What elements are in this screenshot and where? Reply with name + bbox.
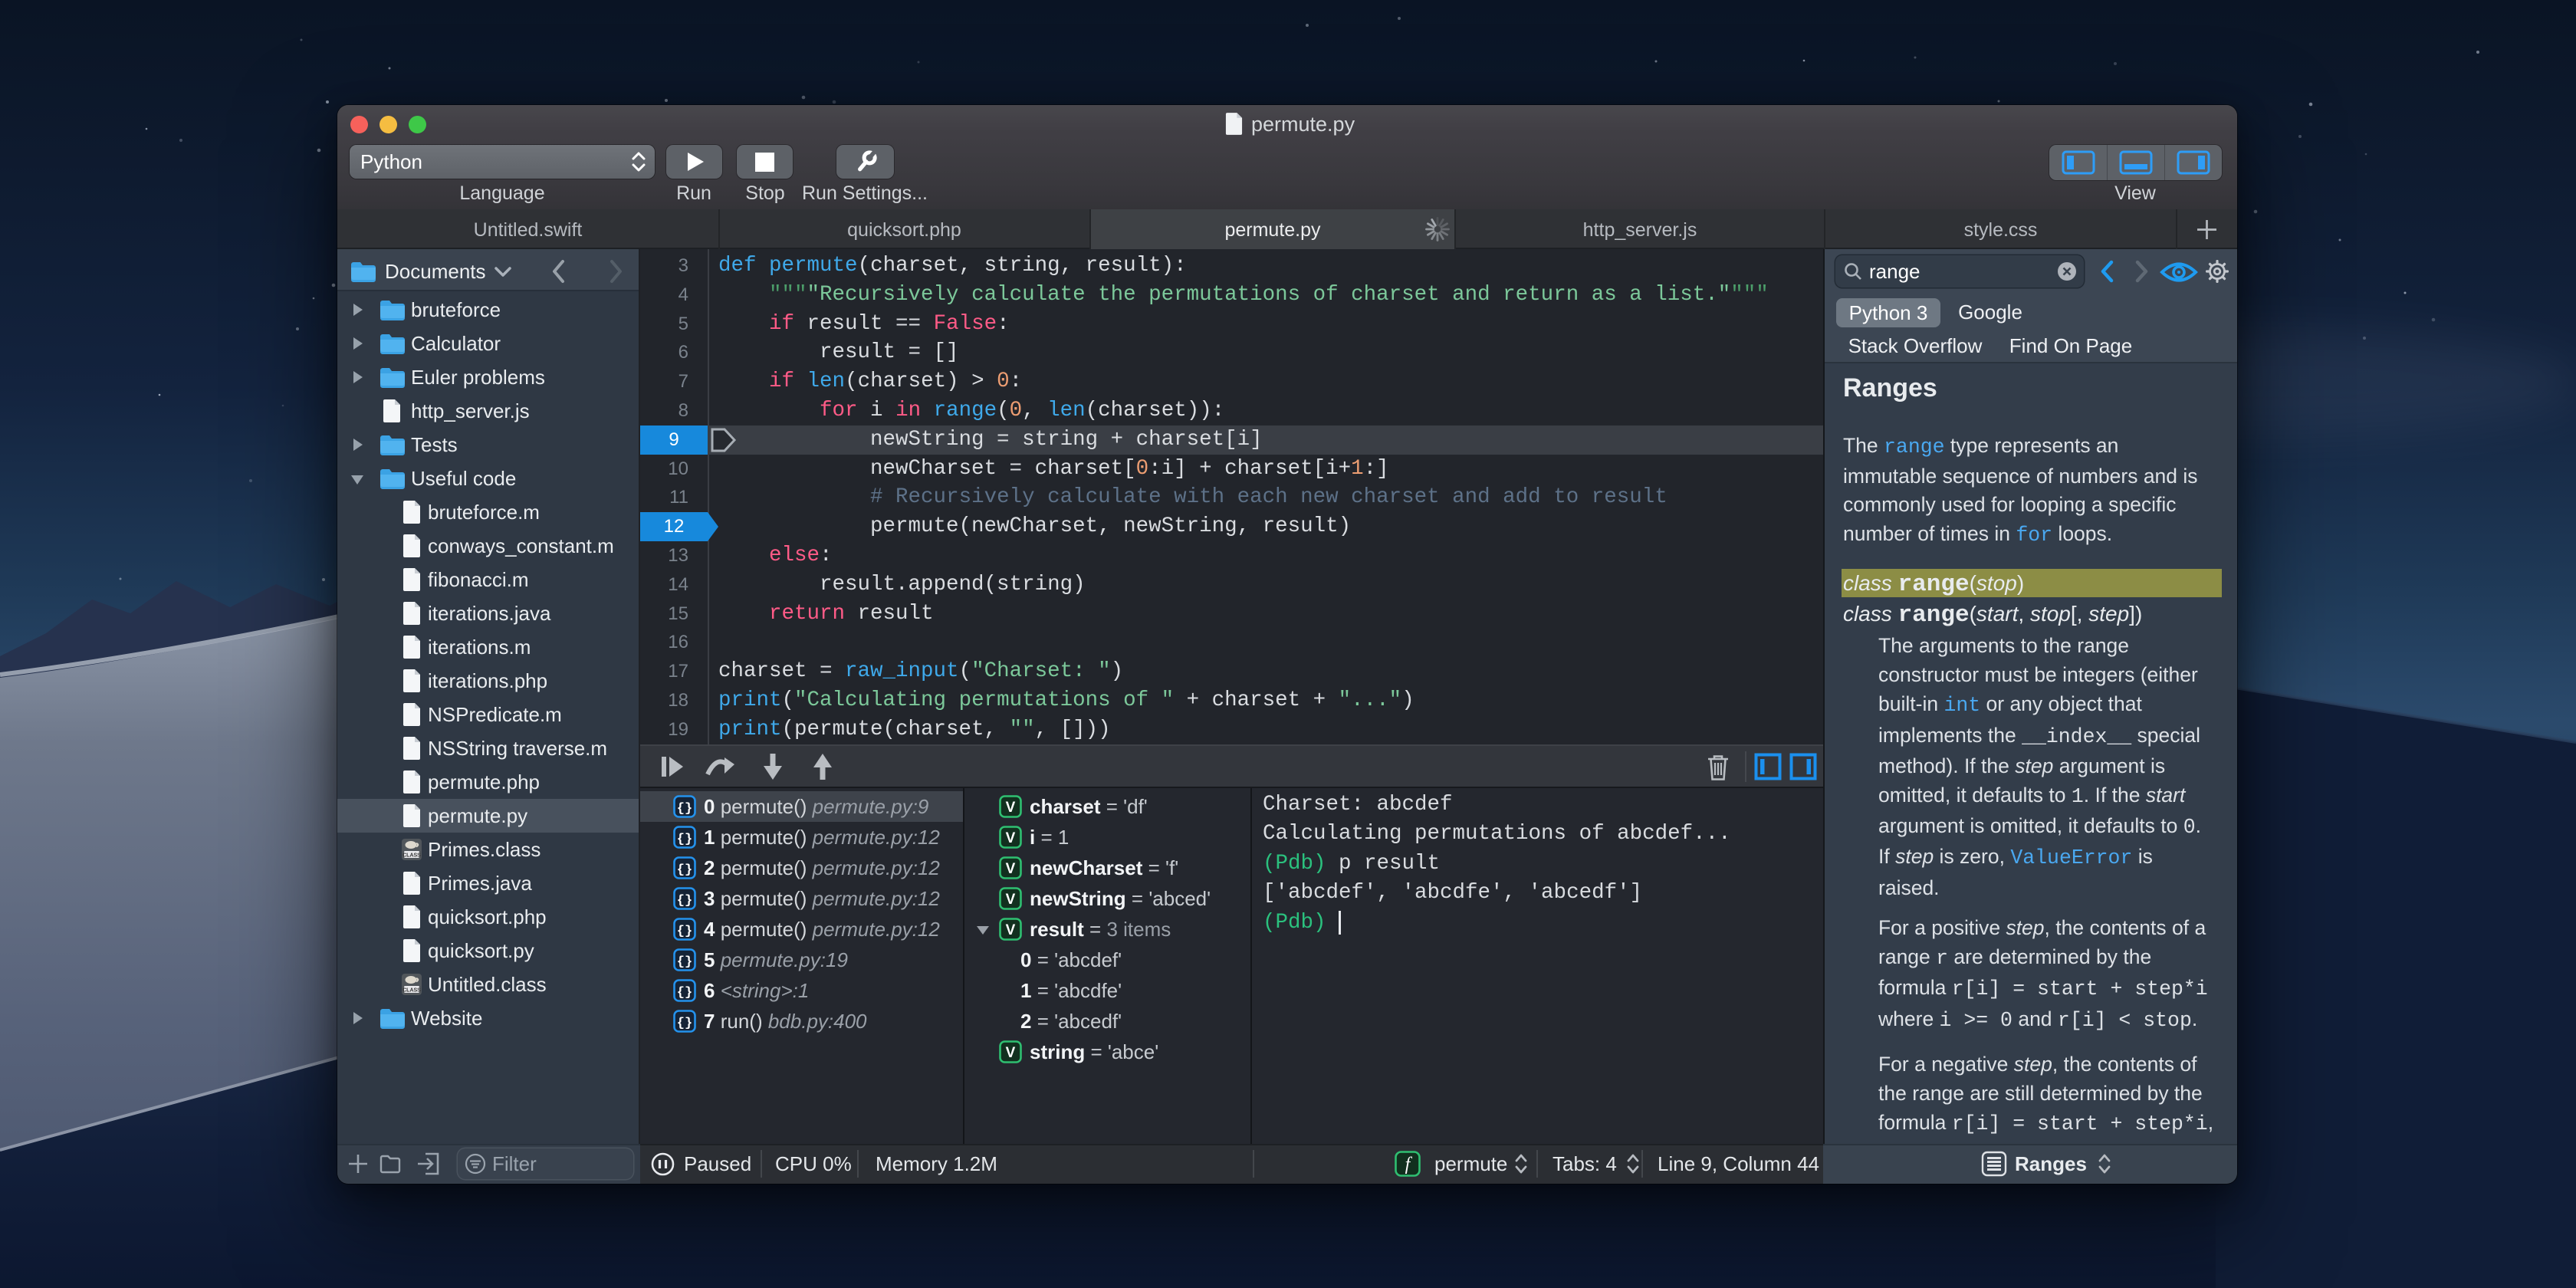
- svg-text:CLASS: CLASS: [402, 988, 421, 994]
- svg-text:V: V: [1006, 892, 1016, 908]
- svg-text:{}: {}: [677, 894, 692, 909]
- svg-text:V: V: [1006, 861, 1016, 877]
- svg-text:{}: {}: [677, 863, 692, 878]
- svg-text:{}: {}: [677, 955, 692, 970]
- svg-text:CLASS: CLASS: [402, 853, 421, 859]
- svg-text:{}: {}: [677, 986, 692, 1001]
- svg-text:{}: {}: [677, 1017, 692, 1031]
- svg-text:V: V: [1006, 1045, 1016, 1061]
- svg-text:V: V: [1006, 922, 1016, 938]
- svg-text:{}: {}: [677, 925, 692, 939]
- svg-text:{}: {}: [677, 802, 692, 816]
- svg-text:{}: {}: [677, 833, 692, 847]
- svg-text:V: V: [1006, 830, 1016, 846]
- svg-text:V: V: [1006, 800, 1016, 816]
